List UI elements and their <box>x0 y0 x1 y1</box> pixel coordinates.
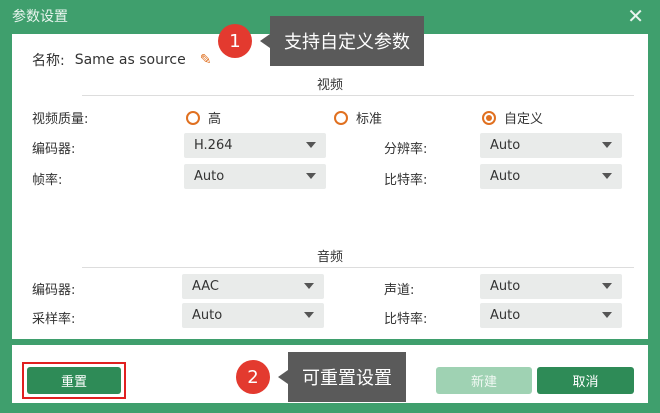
radio-circle-icon <box>186 110 200 125</box>
radio-selected-icon <box>482 110 496 125</box>
settings-panel: 名称: Same as source ✎ 视频 视频质量: 高 标准 自定义 编… <box>12 34 648 339</box>
channel-label: 声道: <box>384 283 415 298</box>
name-value: Same as source <box>74 52 186 68</box>
audio-section-title: 音频 <box>316 250 343 265</box>
resolution-select[interactable]: Auto <box>480 133 622 158</box>
chevron-down-icon <box>304 283 314 289</box>
reset-button[interactable]: 重置 <box>27 367 121 394</box>
video-section-title: 视频 <box>316 78 343 93</box>
video-quality-label: 视频质量: <box>32 112 89 127</box>
audio-bitrate-value: Auto <box>490 308 521 323</box>
name-row: 名称: Same as source ✎ <box>32 50 211 70</box>
samplerate-label: 采样率: <box>32 312 76 327</box>
audio-bitrate-label: 比特率: <box>384 312 428 327</box>
quality-high-radio[interactable]: 高 <box>186 108 221 127</box>
annotation-tip-1: 支持自定义参数 <box>260 16 424 66</box>
audio-bitrate-select[interactable]: Auto <box>480 303 622 328</box>
video-encoder-value: H.264 <box>194 138 233 153</box>
resolution-label: 分辨率: <box>384 142 428 157</box>
name-label: 名称: <box>32 53 65 69</box>
quality-custom-label: 自定义 <box>504 112 544 127</box>
channel-value: Auto <box>490 279 521 294</box>
settings-dialog: 参数设置 ✕ 名称: Same as source ✎ 视频 视频质量: 高 标… <box>0 0 660 413</box>
samplerate-select[interactable]: Auto <box>182 303 324 328</box>
chevron-down-icon <box>602 173 612 179</box>
chevron-down-icon <box>602 283 612 289</box>
annotation-badge-2: 2 <box>236 360 270 394</box>
chevron-down-icon <box>306 173 316 179</box>
samplerate-value: Auto <box>192 308 223 323</box>
quality-high-label: 高 <box>208 112 222 127</box>
annotation-tip-2: 可重置设置 <box>278 352 406 402</box>
video-encoder-label: 编码器: <box>32 142 76 157</box>
video-bitrate-select[interactable]: Auto <box>480 164 622 189</box>
edit-pencil-icon[interactable]: ✎ <box>200 52 212 68</box>
video-bitrate-label: 比特率: <box>384 173 428 188</box>
quality-standard-label: 标准 <box>356 112 383 127</box>
framerate-select[interactable]: Auto <box>184 164 326 189</box>
radio-circle-icon <box>334 110 348 125</box>
chevron-down-icon <box>304 312 314 318</box>
chevron-down-icon <box>602 312 612 318</box>
audio-divider <box>82 267 634 268</box>
video-divider <box>82 95 634 96</box>
channel-select[interactable]: Auto <box>480 274 622 299</box>
audio-encoder-select[interactable]: AAC <box>182 274 324 299</box>
video-bitrate-value: Auto <box>490 169 521 184</box>
chevron-down-icon <box>602 142 612 148</box>
chevron-down-icon <box>306 142 316 148</box>
quality-standard-radio[interactable]: 标准 <box>334 108 382 127</box>
framerate-label: 帧率: <box>32 173 63 188</box>
dialog-title: 参数设置 <box>12 9 68 25</box>
annotation-badge-1: 1 <box>218 24 252 58</box>
audio-encoder-label: 编码器: <box>32 283 76 298</box>
cancel-button[interactable]: 取消 <box>537 367 634 394</box>
new-button[interactable]: 新建 <box>436 367 532 394</box>
close-icon[interactable]: ✕ <box>627 4 644 28</box>
framerate-value: Auto <box>194 169 225 184</box>
quality-custom-radio[interactable]: 自定义 <box>482 108 543 127</box>
audio-encoder-value: AAC <box>192 279 219 294</box>
resolution-value: Auto <box>490 138 521 153</box>
video-encoder-select[interactable]: H.264 <box>184 133 326 158</box>
